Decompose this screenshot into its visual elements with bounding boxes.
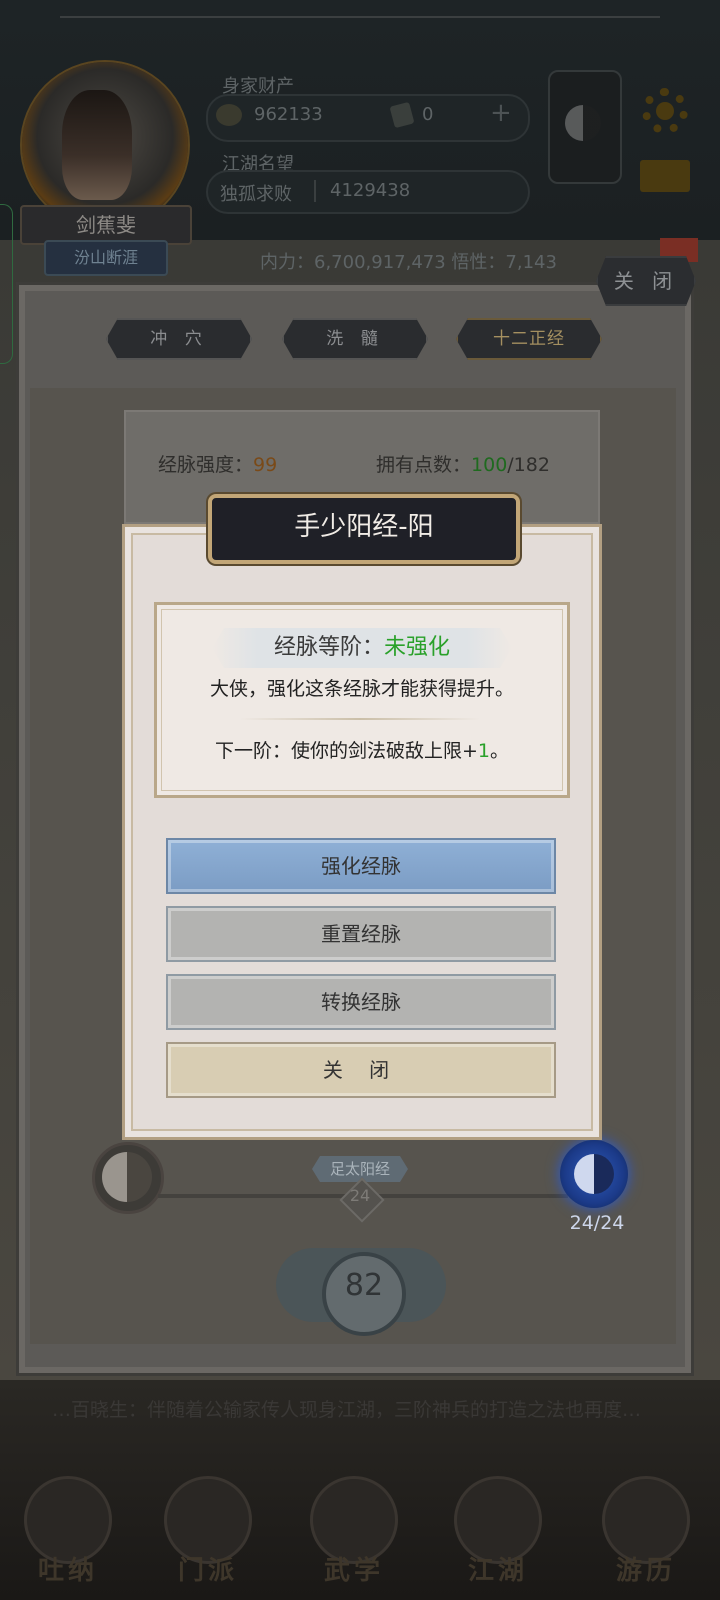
grade-label: 经脉等阶： bbox=[273, 635, 384, 660]
strengthen-hint: 大侠，强化这条经脉才能获得提升。 bbox=[209, 678, 514, 700]
reset-meridian-button[interactable]: 重置经脉 bbox=[166, 906, 556, 962]
next-prefix: 下一阶：使你的剑法破敌上限+ bbox=[214, 740, 478, 762]
coin-icon bbox=[216, 104, 242, 126]
tab-acupoint[interactable]: 冲 穴 bbox=[106, 318, 252, 360]
next-suffix: 。 bbox=[490, 740, 510, 762]
taiji-icon bbox=[102, 1152, 152, 1202]
strengthen-meridian-button[interactable]: 强化经脉 bbox=[166, 838, 556, 894]
add-currency-button[interactable]: + bbox=[490, 98, 512, 128]
grade-value: 未强化 bbox=[384, 635, 451, 660]
nav-sect[interactable]: 门派 bbox=[160, 1476, 256, 1586]
gear-icon-core bbox=[656, 102, 674, 120]
grade-line: 经脉等阶：未强化 bbox=[154, 630, 570, 666]
node-progress: 24/24 bbox=[569, 1212, 625, 1234]
strength-label-text: 经脉强度： bbox=[158, 454, 254, 476]
next-grade-line: 下一阶：使你的剑法破敌上限+1。 bbox=[154, 736, 570, 766]
nav-label: 武学 bbox=[323, 1556, 384, 1586]
taiji-icon bbox=[574, 1154, 614, 1194]
nav-travel[interactable]: 游历 bbox=[598, 1476, 694, 1586]
news-ticker: …百晓生：伴随着公输家传人现身江湖，三阶神兵的打造之法也再度… bbox=[52, 1399, 642, 1421]
level-number: 82 bbox=[344, 1268, 384, 1303]
avatar-portrait bbox=[62, 90, 132, 200]
nav-label: 游历 bbox=[615, 1556, 676, 1586]
nav-breathing[interactable]: 吐纳 bbox=[20, 1476, 116, 1586]
reputation-title: 独孤求败 bbox=[220, 184, 292, 205]
status-divider bbox=[60, 16, 660, 18]
reputation-value: 4129438 bbox=[330, 180, 411, 201]
points-label: 拥有点数：100/182 bbox=[376, 450, 550, 477]
panel-close-button[interactable]: 关 闭 bbox=[596, 256, 696, 306]
reputation-divider bbox=[314, 180, 316, 202]
sect-badge: 汾山断涯 bbox=[44, 240, 168, 276]
points-have: 100 bbox=[471, 454, 508, 476]
stats-line: 内力：6,700,917,473 悟性：7,143 bbox=[260, 252, 557, 273]
nav-jianghu[interactable]: 江湖 bbox=[450, 1476, 546, 1586]
tab-marrow[interactable]: 洗 髓 bbox=[282, 318, 428, 360]
mail-icon[interactable] bbox=[640, 160, 690, 192]
convert-meridian-button[interactable]: 转换经脉 bbox=[166, 974, 556, 1030]
coin-count: 962133 bbox=[254, 104, 323, 125]
next-value: 1 bbox=[477, 740, 490, 762]
node-value: 24 bbox=[349, 1186, 371, 1205]
nav-martial-arts[interactable]: 武学 bbox=[306, 1476, 402, 1586]
dialog-title: 手少阳经-阳 bbox=[294, 512, 434, 542]
strength-label: 经脉强度：99 bbox=[158, 450, 277, 477]
nav-label: 吐纳 bbox=[37, 1556, 98, 1586]
taiji-icon bbox=[565, 105, 601, 141]
tab-twelve-meridians[interactable]: 十二正经 bbox=[456, 318, 602, 360]
points-label-text: 拥有点数： bbox=[376, 454, 472, 476]
divider bbox=[240, 718, 480, 720]
ticket-count: 0 bbox=[422, 104, 434, 125]
strength-value: 99 bbox=[253, 454, 278, 476]
nav-label: 门派 bbox=[177, 1556, 238, 1586]
side-tab-handle[interactable] bbox=[0, 204, 13, 364]
nav-label: 江湖 bbox=[467, 1556, 528, 1586]
points-total: /182 bbox=[507, 454, 550, 476]
dialog-close-button[interactable]: 关 闭 bbox=[166, 1042, 556, 1098]
character-name: 剑蕉斐 bbox=[20, 205, 192, 245]
